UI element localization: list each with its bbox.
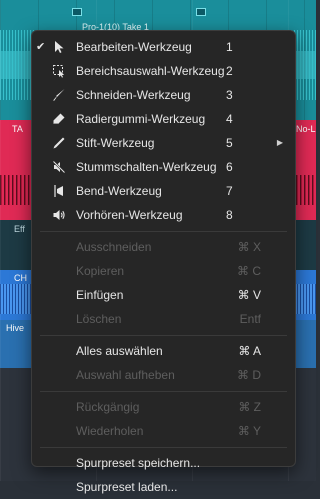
menu-item-shortcut: 8 (226, 208, 233, 222)
submenu-arrow-icon: ▶ (276, 138, 283, 147)
context-menu: ✔ Bearbeiten-Werkzeug 1 Bereichsauswahl-… (31, 30, 296, 494)
menu-item-shortcut: 7 (226, 184, 233, 198)
track-label: TA (12, 124, 23, 134)
menu-item-shortcut: ⌘ V (237, 288, 261, 302)
menu-item-shortcut: 4 (226, 112, 233, 126)
track-label: Hive (6, 323, 25, 333)
menu-item-shortcut: ⌘ C (237, 264, 261, 278)
menu-item-shortcut: 3 (226, 88, 233, 102)
menu-item-label: Vorhören-Werkzeug (76, 208, 183, 222)
menu-item-cut-tool[interactable]: Schneiden-Werkzeug 3 (32, 83, 295, 107)
menu-separator (40, 447, 287, 448)
menu-item-label: Auswahl aufheben (76, 368, 175, 382)
pencil-icon (52, 136, 66, 150)
range-select-icon (52, 64, 66, 78)
menu-item-label: Schneiden-Werkzeug (76, 88, 191, 102)
menu-item-paste[interactable]: Einfügen ⌘ V (32, 283, 295, 307)
menu-item-label: Rückgängig (76, 400, 140, 414)
track-label: No-L (296, 124, 316, 134)
menu-item-load-track-preset[interactable]: Spurpreset laden... (32, 475, 295, 499)
menu-item-select-all[interactable]: Alles auswählen ⌘ A (32, 339, 295, 363)
menu-item-shortcut: ⌘ A (238, 344, 261, 358)
menu-item-shortcut: 1 (226, 40, 233, 54)
menu-separator (40, 391, 287, 392)
speaker-icon (52, 208, 66, 222)
menu-item-listen-tool[interactable]: Vorhören-Werkzeug 8 (32, 203, 295, 227)
clip-handle-icon[interactable] (196, 8, 206, 16)
menu-item-label: Einfügen (76, 288, 124, 302)
menu-item-copy[interactable]: Kopieren ⌘ C (32, 259, 295, 283)
track-label: CH (14, 273, 27, 283)
menu-item-range-select-tool[interactable]: Bereichsauswahl-Werkzeug 2 (32, 59, 295, 83)
menu-item-label: Spurpreset laden... (76, 480, 178, 494)
menu-item-deselect[interactable]: Auswahl aufheben ⌘ D (32, 363, 295, 387)
menu-item-save-track-preset[interactable]: Spurpreset speichern... (32, 451, 295, 475)
menu-item-label: Ausschneiden (76, 240, 152, 254)
menu-item-bend-tool[interactable]: Bend-Werkzeug 7 (32, 179, 295, 203)
menu-item-label: Stift-Werkzeug (76, 136, 155, 150)
menu-item-shortcut: ⌘ D (237, 368, 261, 382)
menu-item-mute-tool[interactable]: Stummschalten-Werkzeug 6 (32, 155, 295, 179)
menu-item-label: Löschen (76, 312, 122, 326)
menu-item-label: Alles auswählen (76, 344, 163, 358)
menu-item-pencil-tool[interactable]: Stift-Werkzeug 5 ▶ (32, 131, 295, 155)
menu-item-label: Kopieren (76, 264, 125, 278)
menu-item-shortcut: 2 (226, 64, 233, 78)
menu-separator (40, 231, 287, 232)
menu-item-shortcut: ⌘ X (237, 240, 261, 254)
menu-item-shortcut: ⌘ Y (237, 424, 261, 438)
menu-item-shortcut: 6 (226, 160, 233, 174)
knife-icon (52, 88, 66, 102)
mute-speaker-icon (52, 160, 66, 174)
menu-item-label: Wiederholen (76, 424, 144, 438)
menu-item-eraser-tool[interactable]: Radiergummi-Werkzeug 4 (32, 107, 295, 131)
menu-item-label: Bend-Werkzeug (76, 184, 162, 198)
menu-item-label: Stummschalten-Werkzeug (76, 160, 217, 174)
menu-item-edit-tool[interactable]: ✔ Bearbeiten-Werkzeug 1 (32, 35, 295, 59)
menu-item-shortcut: ⌘ Z (238, 400, 261, 414)
menu-separator (40, 335, 287, 336)
menu-item-shortcut: 5 (226, 136, 233, 150)
menu-item-cut[interactable]: Ausschneiden ⌘ X (32, 235, 295, 259)
menu-item-undo[interactable]: Rückgängig ⌘ Z (32, 395, 295, 419)
menu-item-label: Bereichsauswahl-Werkzeug (76, 64, 225, 78)
checkmark-icon: ✔ (36, 41, 46, 53)
eraser-icon (52, 112, 66, 126)
arrow-pointer-icon (52, 40, 66, 54)
menu-item-redo[interactable]: Wiederholen ⌘ Y (32, 419, 295, 443)
menu-item-label: Bearbeiten-Werkzeug (76, 40, 192, 54)
bend-icon (52, 184, 66, 198)
clip-handle-icon[interactable] (72, 8, 82, 16)
menu-item-label: Radiergummi-Werkzeug (76, 112, 206, 126)
menu-item-label: Spurpreset speichern... (76, 456, 201, 470)
menu-item-shortcut: Entf (239, 312, 261, 326)
track-label: Eff (14, 224, 25, 234)
menu-item-delete[interactable]: Löschen Entf (32, 307, 295, 331)
